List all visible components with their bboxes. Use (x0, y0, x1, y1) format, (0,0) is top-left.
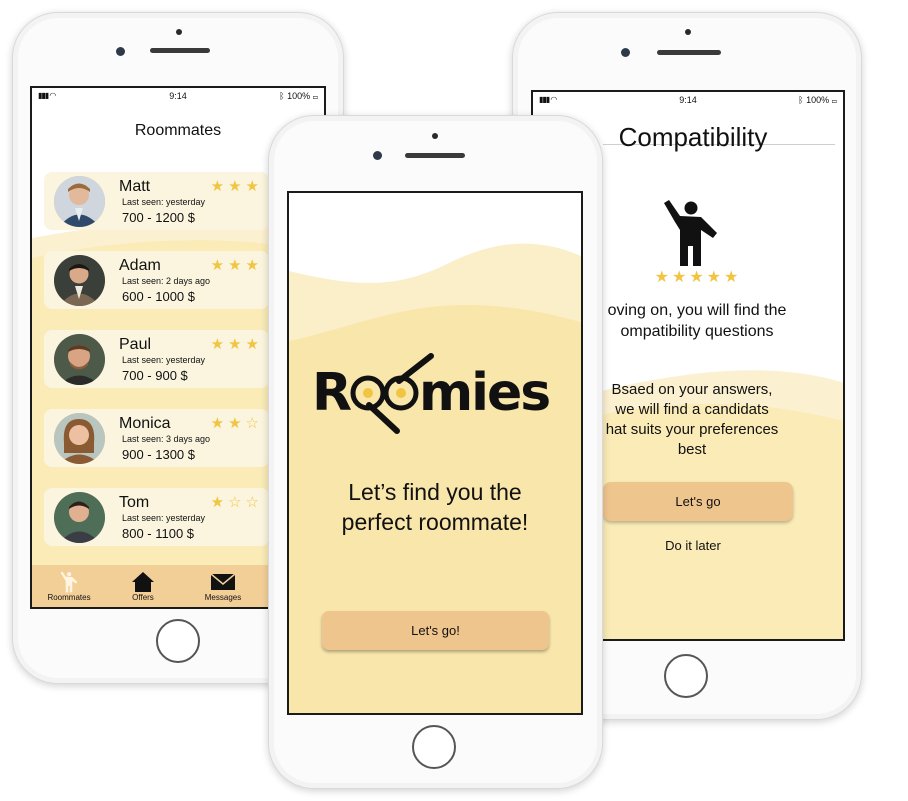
tab-label: Roommates (47, 593, 91, 602)
tab-messages[interactable]: Messages (188, 571, 258, 602)
roommate-card-monica[interactable]: Monica Last seen: 3 days ago 900 - 1300 … (44, 409, 269, 467)
front-camera (373, 151, 382, 160)
home-button[interactable] (412, 725, 456, 769)
tagline-line: perfect roommate! (341, 509, 529, 535)
description-text-line: Bsaed on your answers, (611, 381, 773, 398)
tab-offers[interactable]: Offers (108, 571, 178, 602)
description-text-line: we will find a candidats (615, 401, 769, 418)
front-sensor (176, 29, 182, 35)
front-camera (116, 47, 125, 56)
roommate-name: Tom (119, 494, 150, 511)
front-camera (621, 48, 630, 57)
roommate-name: Adam (119, 257, 161, 274)
description-text-line: best (677, 441, 707, 458)
roommate-card-tom[interactable]: Tom Last seen: yesterday 800 - 1100 $ ★☆… (44, 488, 269, 546)
tab-roommates[interactable]: Roommates (34, 571, 104, 602)
intro-text: oving on, you will find the ompatibility… (597, 300, 797, 342)
rating-stars: ★☆☆ (210, 494, 263, 511)
description-text-line: hat suits your preferences (605, 421, 779, 438)
page-title: Compatibility (618, 122, 768, 152)
rating-stars: ★★★★★ (654, 269, 742, 286)
earpiece-speaker (150, 48, 210, 53)
last-seen: Last seen: 3 days ago (122, 434, 211, 444)
rating-stars: ★★☆ (210, 415, 263, 432)
front-sensor (685, 29, 691, 35)
home-button[interactable] (664, 654, 708, 698)
roomies-logo: R mies (312, 353, 551, 434)
roommate-card-adam[interactable]: Adam Last seen: 2 days ago 600 - 1000 $ … (44, 251, 269, 309)
last-seen: Last seen: yesterday (122, 355, 206, 365)
lets-go-button[interactable]: Let's go (603, 482, 793, 521)
rating-stars: ★★★ (210, 257, 263, 274)
roommate-card-matt[interactable]: Matt Last seen: yesterday 700 - 1200 $ ★… (44, 172, 269, 230)
avatar (54, 176, 105, 227)
phone-splash: R mies Let’s find you the perfect roomma… (268, 115, 603, 789)
last-seen: Last seen: yesterday (122, 513, 206, 523)
tab-label: Offers (132, 593, 154, 602)
roommate-name: Matt (119, 178, 151, 195)
last-seen: Last seen: yesterday (122, 197, 206, 207)
person-waving-icon (664, 200, 717, 266)
home-button[interactable] (156, 619, 200, 663)
last-seen: Last seen: 2 days ago (122, 276, 211, 286)
lets-go-button[interactable]: Let's go! (322, 611, 549, 650)
avatar (54, 255, 105, 306)
avatar (54, 334, 105, 385)
earpiece-speaker (405, 153, 465, 158)
tagline: Let’s find you the perfect roommate! (289, 477, 581, 537)
roommate-card-paul[interactable]: Paul Last seen: yesterday 700 - 900 $ ★★… (44, 330, 269, 388)
roommate-name: Monica (119, 415, 171, 432)
price-range: 900 - 1300 $ (122, 447, 196, 462)
avatar (54, 492, 105, 543)
earpiece-speaker (657, 50, 721, 55)
price-range: 600 - 1000 $ (122, 289, 196, 304)
front-sensor (432, 133, 438, 139)
price-range: 700 - 900 $ (122, 368, 188, 383)
price-range: 700 - 1200 $ (122, 210, 196, 225)
envelope-icon (210, 573, 236, 590)
tagline-line: Let’s find you the (348, 479, 522, 505)
svg-text:mies: mies (419, 363, 549, 423)
do-it-later-link[interactable]: Do it later (603, 538, 783, 553)
status-bar: ▮▮▮ ◠ 9:14 ᛒ 100% ▭ (32, 88, 324, 104)
splash-screen: R mies Let’s find you the perfect roomma… (287, 191, 583, 715)
intro-text-line: ompatibility questions (620, 323, 774, 340)
compatibility-content: Compatibility ★★★★★ oving on, you will f… (603, 92, 843, 639)
description-text: Bsaed on your answers, we will find a ca… (597, 380, 787, 460)
battery-percent: 100% (287, 91, 311, 101)
price-range: 800 - 1100 $ (122, 526, 195, 541)
logo-text: R (312, 363, 351, 423)
avatar (54, 413, 105, 464)
person-waving-icon (60, 571, 78, 593)
tab-label: Messages (204, 593, 242, 602)
intro-text-line: oving on, you will find the (607, 302, 787, 319)
roommate-name: Paul (119, 336, 152, 353)
rating-stars: ★★★ (210, 178, 263, 195)
rating-stars: ★★★ (210, 336, 263, 353)
battery-indicator: ᛒ 100% ▭ (279, 91, 318, 101)
home-icon (132, 572, 154, 592)
